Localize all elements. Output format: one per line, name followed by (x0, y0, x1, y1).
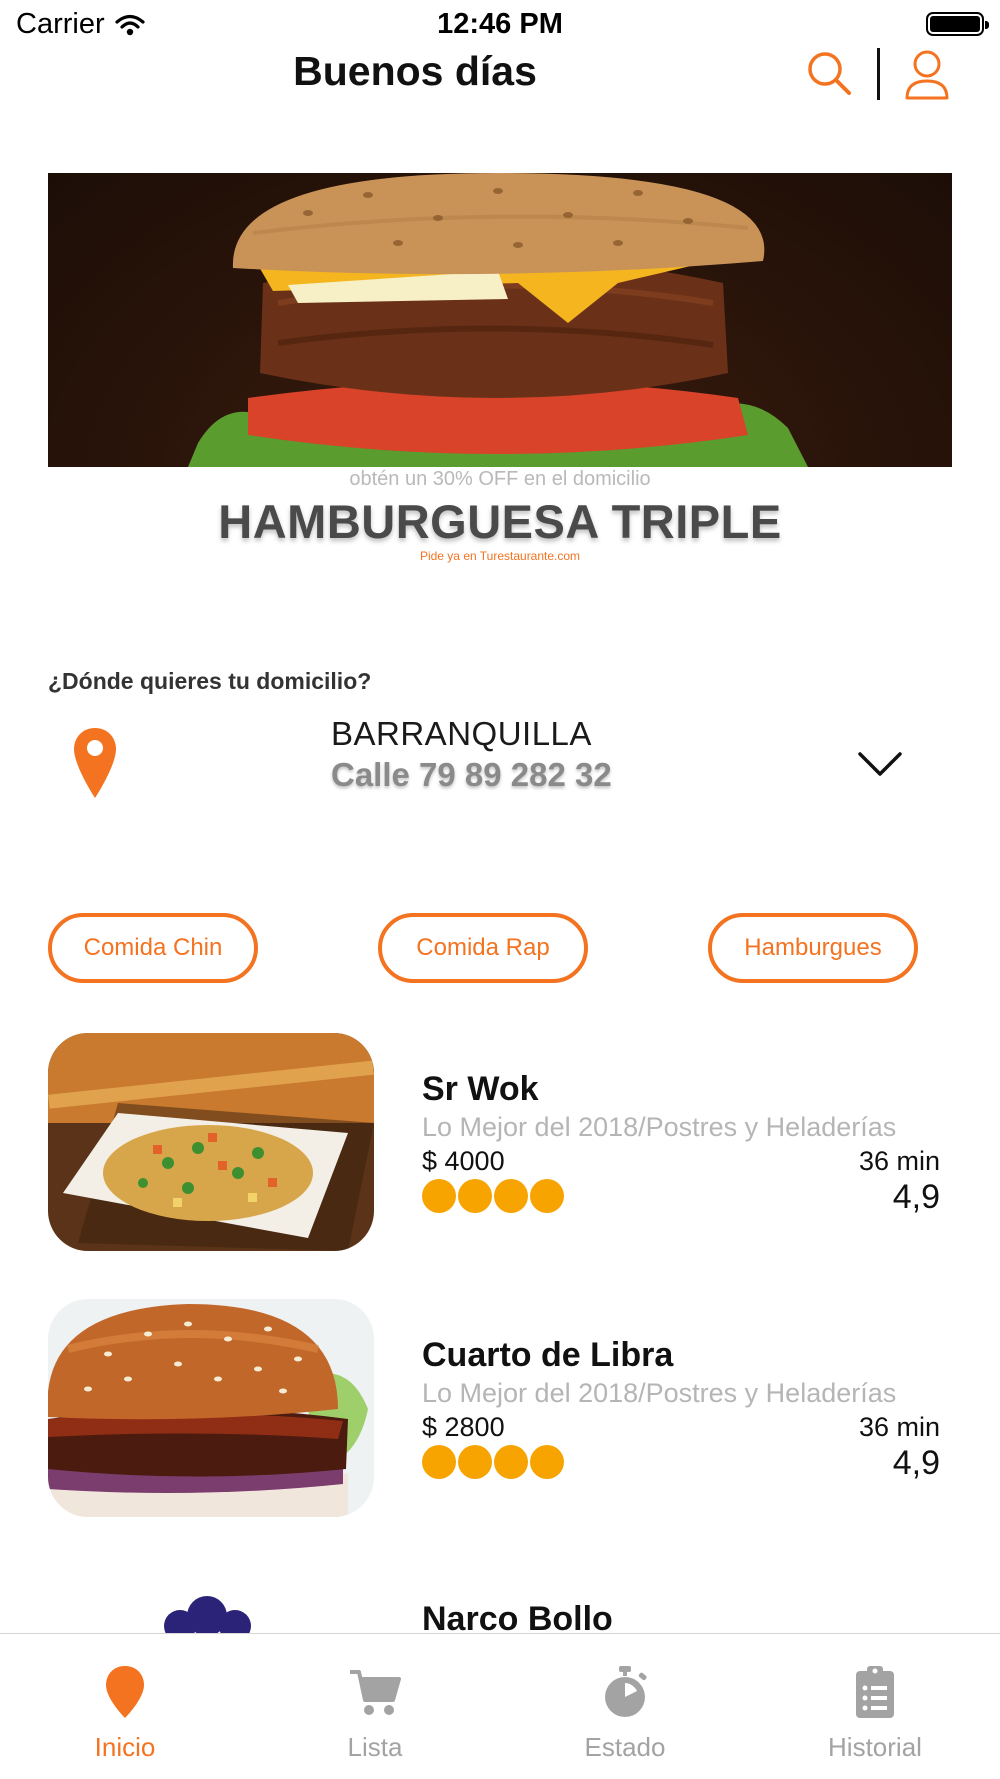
cart-icon (350, 1670, 401, 1715)
restaurant-logo-narco-bollo[interactable] (160, 1588, 255, 1633)
tab-label: Inicio (94, 1732, 156, 1762)
tab-lista[interactable]: Lista (250, 1634, 500, 1779)
restaurant-price: $ 4000 (422, 1146, 505, 1176)
restaurant-image-cuarto-de-libra[interactable] (48, 1299, 374, 1517)
battery-icon (926, 12, 989, 36)
restaurant-description: Lo Mejor del 2018/Postres y Heladerías (422, 1378, 897, 1408)
address-question: ¿Dónde quieres tu domicilio? (48, 668, 372, 694)
address-street[interactable]: Calle 79 89 282 32 (331, 756, 612, 794)
promo-subtitle: obtén un 30% OFF en el domicilio (349, 468, 651, 490)
restaurant-rating: 4,9 (892, 1444, 940, 1482)
tab-historial[interactable]: Historial (750, 1634, 1000, 1779)
tab-inicio[interactable]: Inicio (0, 1634, 250, 1779)
rating-dot (422, 1445, 456, 1479)
rating-dot (458, 1445, 492, 1479)
restaurant-rating: 4,9 (892, 1178, 940, 1216)
restaurant-price: $ 2800 (422, 1412, 505, 1442)
clipboard-list-icon (856, 1666, 894, 1718)
restaurant-name[interactable]: Cuarto de Libra (422, 1336, 673, 1375)
restaurant-name[interactable]: Sr Wok (422, 1070, 539, 1109)
rating-dot (422, 1179, 456, 1213)
category-pill-hamburguesas[interactable]: Hamburgues (708, 913, 918, 983)
location-pin-icon (106, 1666, 144, 1718)
promo-link-text: Pide ya en Turestaurante.com (419, 549, 581, 563)
location-pin-icon (74, 728, 116, 798)
address-city[interactable]: BARRANQUILLA (331, 715, 592, 753)
user-profile-icon[interactable] (904, 48, 950, 100)
stopwatch-icon (605, 1666, 647, 1717)
status-bar: Carrier 12:46 PM (0, 0, 1000, 50)
header-divider (877, 48, 880, 100)
restaurant-description: Lo Mejor del 2018/Postres y Heladerías (422, 1112, 897, 1142)
rating-dot (494, 1179, 528, 1213)
promo-title: HAMBURGUESA TRIPLE (218, 495, 782, 548)
rating-dots (422, 1179, 564, 1213)
restaurant-delivery-time: 36 min (858, 1146, 940, 1176)
tab-bar: Inicio Lista Estado Historial (0, 1633, 1000, 1779)
rating-dot (494, 1445, 528, 1479)
category-pill-comida-rapida[interactable]: Comida Rap (378, 913, 588, 983)
rating-dots (422, 1445, 564, 1479)
clock: 12:46 PM (437, 8, 563, 40)
rating-dot (530, 1445, 564, 1479)
tab-estado[interactable]: Estado (500, 1634, 750, 1779)
restaurant-delivery-time: 36 min (858, 1412, 940, 1442)
rating-dot (458, 1179, 492, 1213)
category-pill-comida-china[interactable]: Comida Chin (48, 913, 258, 983)
chevron-down-icon[interactable] (858, 750, 902, 780)
page-title: Buenos días (293, 48, 537, 94)
promo-banner-image[interactable] (48, 173, 952, 467)
search-icon[interactable] (806, 50, 852, 96)
restaurant-image-sr-wok[interactable] (48, 1033, 374, 1251)
tab-label: Historial (828, 1732, 922, 1762)
tab-label: Estado (584, 1732, 666, 1762)
tab-label: Lista (347, 1732, 403, 1762)
rating-dot (530, 1179, 564, 1213)
